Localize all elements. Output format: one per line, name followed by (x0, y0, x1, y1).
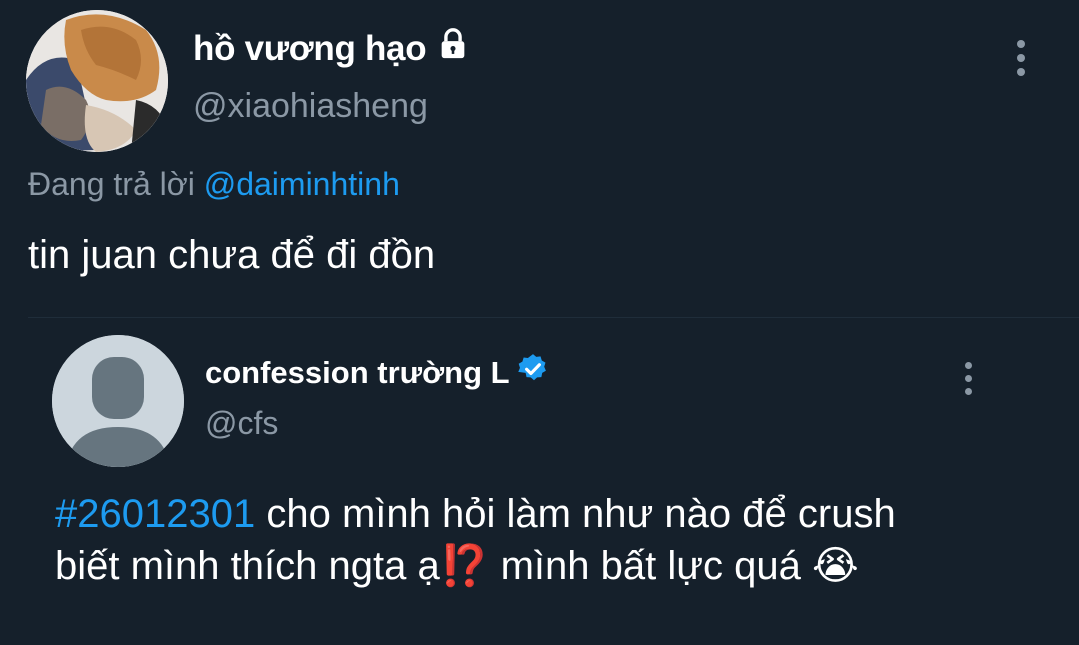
exclamation-question-emoji: ⁉️ (439, 544, 490, 588)
quoted-author-avatar[interactable] (52, 335, 184, 467)
verified-badge-icon (516, 352, 550, 394)
quoted-author-handle[interactable]: @cfs (205, 405, 278, 442)
quoted-text-part-2: biết mình thích ngta ạ (55, 544, 440, 588)
tweet-text: tin juan chưa để đi đồn (28, 233, 436, 277)
quoted-text-part-1: cho mình hỏi làm như nào để crush (255, 492, 896, 536)
lock-icon (436, 27, 470, 70)
quoted-more-options-button[interactable] (962, 362, 974, 395)
more-vertical-icon (1017, 40, 1025, 48)
quoted-text-part-3: mình bất lực quá (489, 544, 812, 588)
reply-mention-link[interactable]: @daiminhtinh (204, 166, 400, 202)
quoted-text-line-1: #26012301 cho mình hỏi làm như nào để cr… (55, 488, 1055, 540)
author-handle[interactable]: @xiaohiasheng (193, 87, 428, 126)
quoted-author-name-text: confession trường L (205, 355, 510, 390)
tweet-detail-screen: hồ vương hạo @xiaohiasheng Đang trả lời … (0, 0, 1079, 645)
author-name-text: hồ vương hạo (193, 28, 427, 68)
hashtag-link[interactable]: #26012301 (55, 492, 255, 536)
default-avatar-icon (52, 335, 184, 467)
more-vertical-icon (964, 362, 972, 369)
author-avatar[interactable] (26, 10, 168, 152)
quoted-tweet-text: #26012301 cho mình hỏi làm như nào để cr… (55, 488, 1055, 592)
loudly-crying-emoji: 😭 (812, 544, 859, 588)
replying-to: Đang trả lời @daiminhtinh (28, 166, 400, 203)
avatar-photo (26, 10, 168, 152)
quoted-text-line-2: biết mình thích ngta ạ⁉️ mình bất lực qu… (55, 540, 1055, 592)
more-options-button[interactable] (1015, 40, 1027, 76)
author-display-name[interactable]: hồ vương hạo (193, 27, 470, 70)
replying-to-label: Đang trả lời (28, 166, 195, 202)
quoted-author-display-name[interactable]: confession trường L (205, 352, 550, 394)
divider (28, 317, 1079, 318)
